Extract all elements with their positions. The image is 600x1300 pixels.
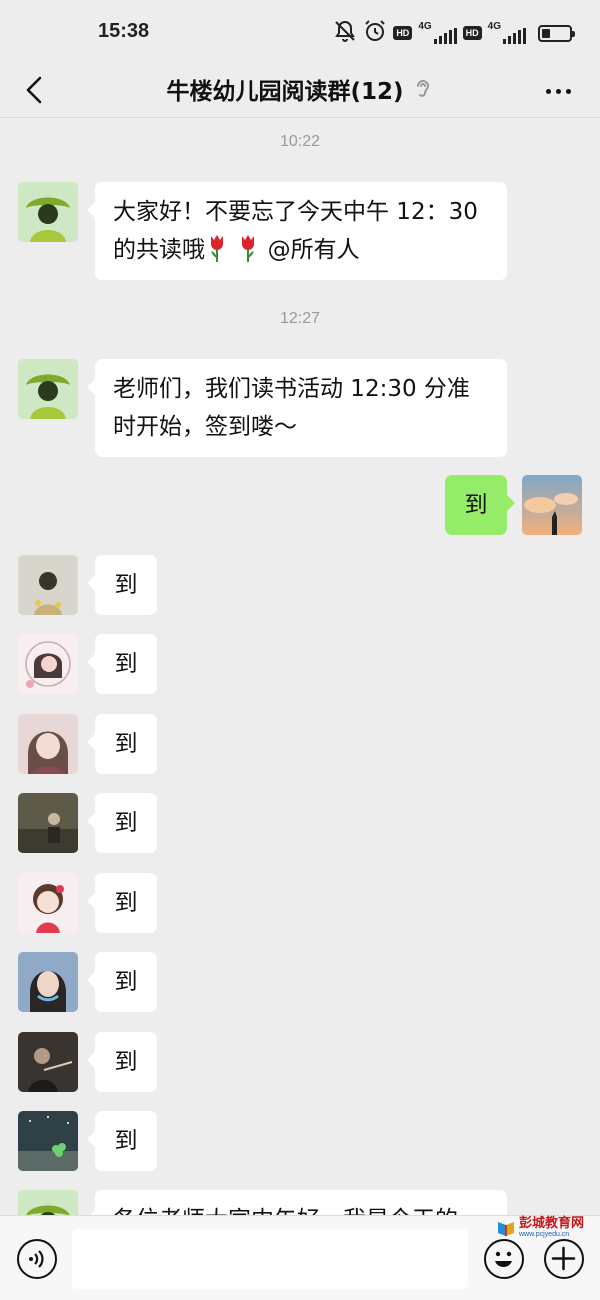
timestamp: 12:27 bbox=[279, 310, 321, 327]
avatar-green-hat-icon bbox=[18, 1190, 78, 1215]
hd-badge-2: HD bbox=[462, 26, 482, 40]
tulip-emoji-icon bbox=[242, 235, 255, 262]
message-bubble[interactable]: 到 bbox=[87, 714, 157, 774]
avatar[interactable] bbox=[18, 634, 78, 694]
page-title: 牛楼幼儿园阅读群(12) bbox=[166, 79, 404, 105]
ear-icon bbox=[412, 78, 434, 100]
avatar-doll-girl-icon bbox=[18, 873, 78, 933]
avatar-sunset-icon bbox=[522, 475, 582, 535]
avatar-violin-icon bbox=[18, 1032, 78, 1092]
status-time: 15:38 bbox=[98, 20, 150, 42]
watermark-url: www.pcjyedu.cn bbox=[519, 1231, 570, 1238]
avatar-green-hat-icon bbox=[18, 359, 78, 419]
avatar[interactable] bbox=[18, 359, 78, 419]
plus-button[interactable] bbox=[544, 1239, 584, 1279]
avatar[interactable] bbox=[18, 1190, 78, 1215]
book-logo-icon bbox=[498, 1222, 514, 1236]
voice-icon bbox=[29, 1250, 44, 1268]
message-bubble[interactable]: 到 bbox=[87, 873, 157, 933]
signal-icon-2: 4G bbox=[488, 22, 526, 44]
message-bubble[interactable]: 到 bbox=[87, 634, 157, 694]
timestamp: 10:22 bbox=[279, 133, 321, 150]
avatar[interactable] bbox=[18, 1111, 78, 1171]
title-wrap: 牛楼幼儿园阅读群(12) bbox=[0, 72, 600, 106]
status-icons: HD 4G HD 4G bbox=[333, 18, 575, 48]
tulip-emoji-icon bbox=[211, 235, 223, 262]
emoji-button[interactable] bbox=[484, 1239, 524, 1279]
voice-button[interactable] bbox=[17, 1239, 57, 1279]
message-bubble[interactable]: 大家好！不要忘了今天中午 12：30 的共读哦 @所有人 bbox=[87, 182, 507, 280]
avatar-cartoon-girl-icon bbox=[18, 714, 78, 774]
message-bubble[interactable]: 到 bbox=[87, 793, 157, 853]
avatar-self[interactable] bbox=[522, 475, 582, 535]
signal-icon: 4G bbox=[418, 22, 457, 44]
avatar-clover-night-icon bbox=[18, 1111, 78, 1171]
avatar-green-hat-icon bbox=[18, 182, 78, 242]
avatar[interactable] bbox=[18, 873, 78, 933]
message-bubble[interactable]: 到 bbox=[87, 1111, 157, 1171]
message-bubble[interactable]: 老师们，我们读书活动 12:30 分准时开始，签到喽～ bbox=[87, 359, 507, 457]
alarm-icon bbox=[363, 19, 387, 47]
message-bubble[interactable]: 各位老师大家中午好，我是今天的 bbox=[87, 1190, 507, 1215]
avatar-dark-outdoor-icon bbox=[18, 793, 78, 853]
avatar-child-flowers-icon bbox=[18, 555, 78, 615]
watermark-name: 彭城教育网 bbox=[519, 1216, 585, 1231]
more-dots-icon bbox=[545, 88, 551, 94]
message-bubble[interactable]: 到 bbox=[87, 1032, 157, 1092]
message-list[interactable]: 10:22 大家好！不要忘了今天中午 12：30 的共读哦 @所有人 12:27… bbox=[0, 119, 600, 1215]
avatar[interactable] bbox=[18, 714, 78, 774]
battery-icon bbox=[538, 24, 575, 42]
avatar-selfie-girl-icon bbox=[18, 952, 78, 1012]
message-bubble-outgoing[interactable]: 到 bbox=[445, 475, 515, 535]
avatar-anime-girl-pink-icon bbox=[18, 634, 78, 694]
battery-level bbox=[542, 28, 550, 38]
avatar[interactable] bbox=[18, 555, 78, 615]
avatar[interactable] bbox=[18, 1032, 78, 1092]
hd-badge: HD bbox=[393, 26, 413, 40]
status-bar: 15:38 HD 4G HD 4G bbox=[0, 0, 600, 62]
message-bubble[interactable]: 到 bbox=[87, 555, 157, 615]
more-button[interactable] bbox=[538, 76, 578, 106]
mute-bell-icon bbox=[333, 19, 357, 47]
plus-icon bbox=[551, 1246, 576, 1271]
watermark-logo: 彭城教育网 www.pcjyedu.cn bbox=[496, 1214, 592, 1242]
avatar[interactable] bbox=[18, 793, 78, 853]
message-bubble[interactable]: 到 bbox=[87, 952, 157, 1012]
avatar[interactable] bbox=[18, 182, 78, 242]
avatar[interactable] bbox=[18, 952, 78, 1012]
emoji-icon bbox=[495, 1251, 512, 1268]
chat-header: 牛楼幼儿园阅读群(12) bbox=[0, 62, 600, 118]
message-input[interactable] bbox=[72, 1229, 468, 1289]
